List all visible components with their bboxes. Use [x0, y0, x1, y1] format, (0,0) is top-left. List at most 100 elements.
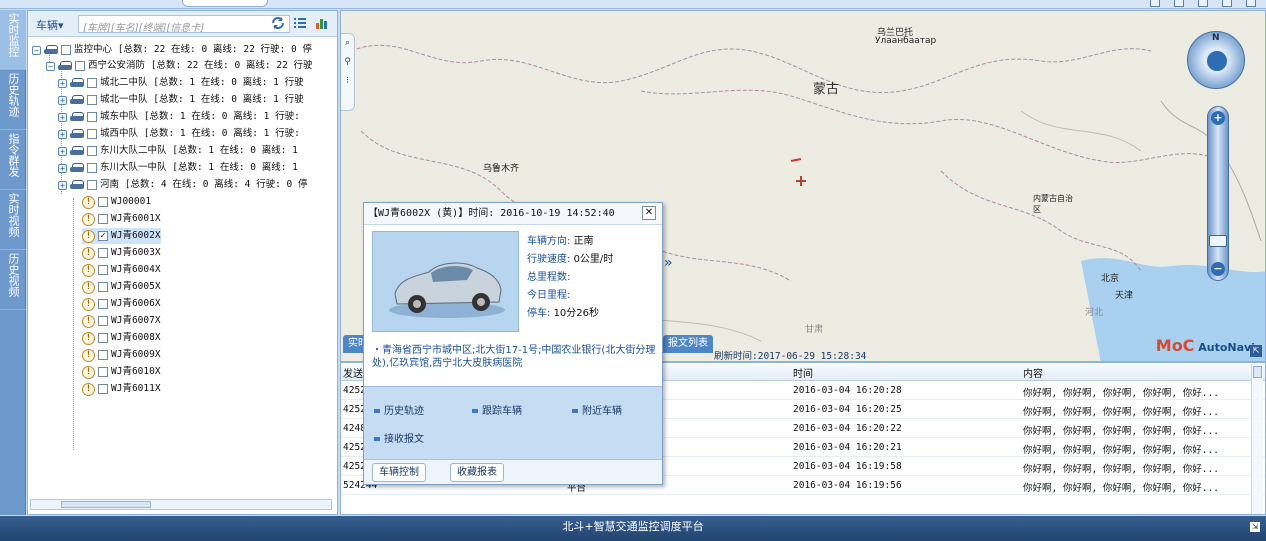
- tree-vehicle[interactable]: ! WJ青6005X: [82, 279, 161, 295]
- checkbox[interactable]: [87, 129, 97, 139]
- screen-icon[interactable]: [1198, 0, 1208, 7]
- close-icon[interactable]: ✕: [642, 206, 656, 220]
- tab-favorite-report[interactable]: 收藏报表: [450, 463, 504, 482]
- collapse-icon[interactable]: −: [32, 45, 41, 55]
- checkbox[interactable]: [98, 367, 108, 377]
- expand-arrow-icon[interactable]: »: [664, 255, 673, 271]
- warning-icon: !: [82, 263, 95, 277]
- tree-vehicle[interactable]: ! WJ青6009X: [82, 347, 161, 363]
- side-tab-live-video[interactable]: 实时视频: [0, 190, 26, 250]
- side-tab-history-track[interactable]: 历史轨迹: [0, 70, 26, 130]
- checkbox[interactable]: [87, 95, 97, 105]
- tree-search-input[interactable]: [车牌][车名][终端][信息卡]: [78, 15, 290, 34]
- tree-vehicle[interactable]: ! WJ青6003X: [82, 245, 161, 261]
- checkbox[interactable]: [98, 197, 108, 207]
- expand-icon[interactable]: +: [58, 95, 67, 105]
- scrollbar-thumb[interactable]: [61, 501, 151, 508]
- checkbox[interactable]: [98, 384, 108, 394]
- tree-vehicle[interactable]: ! WJ青6007X: [82, 313, 161, 329]
- tree-node-group[interactable]: + 城东中队 [总数: 1 在线: 0 离线: 1 行驶:: [58, 109, 300, 125]
- top-tab[interactable]: [182, 0, 268, 7]
- vehicle-info-popup: 【WJ青6002X (黄)】时间: 2016-10-19 14:52:40 ✕ …: [363, 202, 673, 485]
- checkbox[interactable]: [75, 61, 85, 71]
- side-tab-command-broadcast[interactable]: 指令群发: [0, 130, 26, 190]
- map-collapse-icon[interactable]: ⇱: [1250, 345, 1262, 357]
- receive-message-link[interactable]: 接收报文: [374, 430, 424, 445]
- checkbox[interactable]: [98, 350, 108, 360]
- settings-icon[interactable]: [1174, 0, 1184, 7]
- tree-horizontal-scrollbar[interactable]: [30, 499, 332, 510]
- map-compass[interactable]: N: [1187, 31, 1245, 89]
- chart-icon[interactable]: [315, 16, 329, 30]
- checkbox[interactable]: [61, 45, 71, 55]
- scrollbar-thumb[interactable]: [1253, 366, 1262, 378]
- checkbox-checked[interactable]: ✓: [98, 231, 108, 241]
- expand-icon[interactable]: +: [58, 146, 67, 156]
- tree-node-group[interactable]: + 城北一中队 [总数: 1 在线: 0 离线: 1 行驶: [58, 92, 304, 108]
- expand-icon[interactable]: +: [58, 180, 67, 190]
- checkbox[interactable]: [98, 299, 108, 309]
- side-tab-history-video[interactable]: 历史视频: [0, 250, 26, 310]
- tree-vehicle[interactable]: ! WJ青6010X: [82, 364, 161, 380]
- zoom-slider[interactable]: + −: [1207, 106, 1229, 281]
- checkbox[interactable]: [98, 333, 108, 343]
- tree-vehicle[interactable]: ! WJ青6006X: [82, 296, 161, 312]
- checkbox[interactable]: [87, 78, 97, 88]
- warning-icon: !: [82, 212, 95, 226]
- refresh-icon[interactable]: [271, 16, 285, 30]
- column-header[interactable]: 发送: [343, 365, 363, 380]
- checkbox[interactable]: [98, 248, 108, 258]
- zoom-in-icon[interactable]: +: [1211, 111, 1225, 125]
- vehicle-address: ・青海省西宁市城中区;北大街17-1号;中国农业银行(北大街分理处),亿玖宾馆,…: [372, 345, 656, 369]
- column-header[interactable]: 内容: [1023, 365, 1043, 380]
- tree-node-group[interactable]: + 城西中队 [总数: 1 在线: 0 离线: 1 行驶:: [58, 126, 300, 142]
- collapse-icon[interactable]: −: [46, 61, 55, 71]
- track-vehicle-link[interactable]: 跟踪车辆: [472, 402, 522, 417]
- tree-vehicle[interactable]: ! WJ青6008X: [82, 330, 161, 346]
- checkbox[interactable]: [98, 316, 108, 326]
- map-search-icon[interactable]: ⌕: [341, 34, 354, 53]
- checkbox[interactable]: [87, 112, 97, 122]
- column-header[interactable]: 时间: [793, 365, 813, 380]
- expand-icon[interactable]: +: [58, 112, 67, 122]
- zoom-slider-handle[interactable]: [1209, 235, 1227, 247]
- map-pin-icon[interactable]: ⚲: [341, 53, 354, 72]
- compass-center-icon[interactable]: [1205, 49, 1229, 73]
- checkbox[interactable]: [87, 163, 97, 173]
- checkbox[interactable]: [98, 214, 108, 224]
- expand-icon[interactable]: +: [58, 78, 67, 88]
- checkbox[interactable]: [87, 146, 97, 156]
- logout-icon[interactable]: [1246, 0, 1256, 7]
- nearby-vehicles-link[interactable]: 附近车辆: [572, 402, 622, 417]
- tree-vehicle[interactable]: ! WJ青6004X: [82, 262, 161, 278]
- table-vertical-scrollbar[interactable]: [1251, 364, 1263, 514]
- tree-node-monitor-center[interactable]: − 监控中心 [总数: 22 在线: 0 离线: 22 行驶: 0 停: [32, 42, 312, 58]
- tab-message-list[interactable]: 报文列表: [663, 335, 713, 353]
- tree-vehicle[interactable]: ! WJ青6011X: [82, 381, 161, 397]
- tree-node-group[interactable]: + 东川大队一中队 [总数: 1 在线: 0 离线: 1: [58, 160, 298, 176]
- map-more-icon[interactable]: ⁝: [341, 72, 354, 91]
- expand-icon[interactable]: +: [58, 163, 67, 173]
- tree-vehicle[interactable]: ! WJ00001: [82, 194, 151, 210]
- tree-vehicle[interactable]: ! WJ青6001X: [82, 211, 161, 227]
- tree-node-group[interactable]: + 东川大队二中队 [总数: 1 在线: 0 离线: 1: [58, 143, 298, 159]
- side-tab-realtime-monitor[interactable]: 实时监控: [0, 10, 26, 70]
- vehicle-type-select[interactable]: 车辆▾: [36, 17, 64, 33]
- history-track-link[interactable]: 历史轨迹: [374, 402, 424, 417]
- compass-north-label: N: [1212, 33, 1220, 43]
- zoom-out-icon[interactable]: −: [1211, 262, 1225, 276]
- expand-icon[interactable]: +: [58, 129, 67, 139]
- tab-vehicle-control[interactable]: 车辆控制: [372, 463, 426, 482]
- help-icon[interactable]: [1222, 0, 1232, 7]
- checkbox[interactable]: [98, 265, 108, 275]
- fleet-icon: [70, 180, 84, 190]
- tree-node-xining-fire[interactable]: − 西宁公安消防 [总数: 22 在线: 0 离线: 22 行驶: [46, 58, 313, 74]
- checkbox[interactable]: [87, 180, 97, 190]
- tree-node-group[interactable]: + 河南 [总数: 4 在线: 0 离线: 4 行驶: 0 停: [58, 177, 307, 193]
- tree-vehicle-selected[interactable]: ! ✓ WJ青6002X: [82, 228, 161, 244]
- checkbox[interactable]: [98, 282, 108, 292]
- tree-node-group[interactable]: + 城北二中队 [总数: 1 在线: 0 离线: 1 行驶: [58, 75, 304, 91]
- list-icon[interactable]: [293, 16, 307, 30]
- status-corner-icon[interactable]: ⇲: [1250, 522, 1260, 532]
- user-icon[interactable]: [1150, 0, 1160, 7]
